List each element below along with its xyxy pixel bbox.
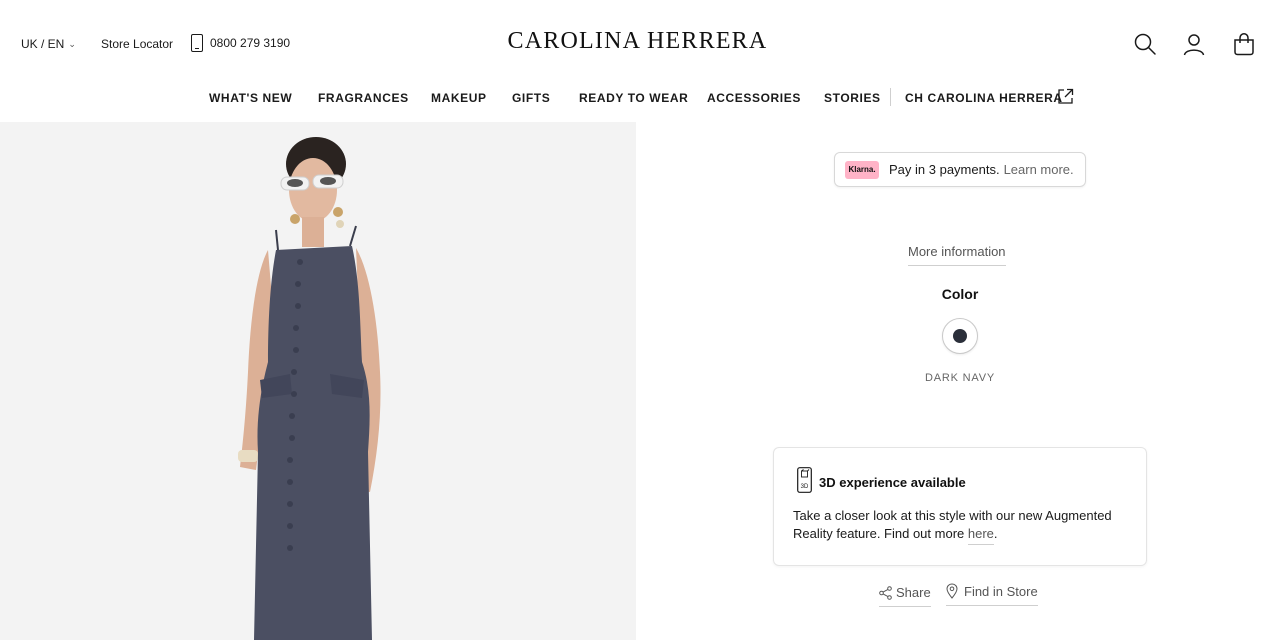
account-icon[interactable] — [1182, 32, 1206, 56]
klarna-text: Pay in 3 payments. — [889, 162, 1000, 177]
site-header: UK / EN ⌄ Store Locator 0800 279 3190 CA… — [0, 0, 1280, 84]
main-navigation: WHAT'S NEW FRAGRANCES MAKEUP GIFTS READY… — [0, 88, 1280, 108]
klarna-payment-banner: Klarna. Pay in 3 payments. Learn more. — [834, 152, 1086, 187]
phone-link[interactable]: 0800 279 3190 — [191, 34, 290, 52]
chevron-down-icon: ⌄ — [68, 38, 76, 49]
color-swatch-dot — [953, 329, 967, 343]
nav-item-ch-carolina-herrera[interactable]: CH CAROLINA HERRERA — [905, 91, 1063, 105]
nav-item-whats-new[interactable]: WHAT'S NEW — [209, 91, 292, 105]
share-icon — [879, 585, 892, 600]
phone-icon — [191, 34, 203, 52]
find-in-store-button[interactable]: Find in Store — [946, 583, 1038, 606]
location-pin-icon — [946, 583, 958, 599]
nav-item-ready-to-wear[interactable]: READY TO WEAR — [579, 91, 688, 105]
brand-logo[interactable]: CAROLINA HERRERA — [487, 28, 788, 55]
search-icon[interactable] — [1133, 32, 1157, 56]
external-link-icon[interactable] — [1057, 88, 1074, 105]
model-figure-illustration — [238, 137, 381, 640]
ar-body-text: Take a closer look at this style with ou… — [793, 508, 1112, 541]
ar-experience-card: 3D 3D experience available Take a closer… — [773, 447, 1147, 566]
nav-item-gifts[interactable]: GIFTS — [512, 91, 550, 105]
ar-icon-label: 3D — [801, 484, 809, 490]
nav-item-makeup[interactable]: MAKEUP — [431, 91, 487, 105]
find-in-store-label: Find in Store — [964, 583, 1038, 599]
nav-divider — [890, 88, 891, 106]
klarna-logo: Klarna. — [845, 160, 879, 179]
ar-description: Take a closer look at this style with ou… — [793, 507, 1133, 545]
language-selector[interactable]: UK / EN ⌄ — [21, 37, 76, 51]
language-label: UK / EN — [21, 37, 65, 51]
selected-color-name: DARK NAVY — [925, 372, 995, 384]
color-swatch-dark-navy[interactable] — [942, 318, 978, 354]
nav-item-accessories[interactable]: ACCESSORIES — [707, 91, 801, 105]
nav-item-stories[interactable]: STORIES — [824, 91, 881, 105]
store-locator-link[interactable]: Store Locator — [101, 37, 173, 51]
ar-title: 3D experience available — [819, 475, 966, 490]
klarna-learn-more-link[interactable]: Learn more. — [1004, 162, 1074, 177]
share-button[interactable]: Share — [879, 585, 931, 607]
ar-here-link[interactable]: here — [967, 526, 994, 545]
color-heading: Color — [941, 286, 979, 302]
more-information-link[interactable]: More information — [908, 244, 1006, 266]
store-locator-label: Store Locator — [101, 37, 174, 51]
shopping-bag-icon[interactable] — [1232, 32, 1256, 56]
product-image[interactable] — [0, 122, 636, 640]
nav-item-fragrances[interactable]: FRAGRANCES — [318, 91, 409, 105]
phone-number: 0800 279 3190 — [210, 36, 291, 50]
share-label: Share — [896, 585, 931, 600]
phone-3d-icon: 3D — [797, 467, 812, 493]
